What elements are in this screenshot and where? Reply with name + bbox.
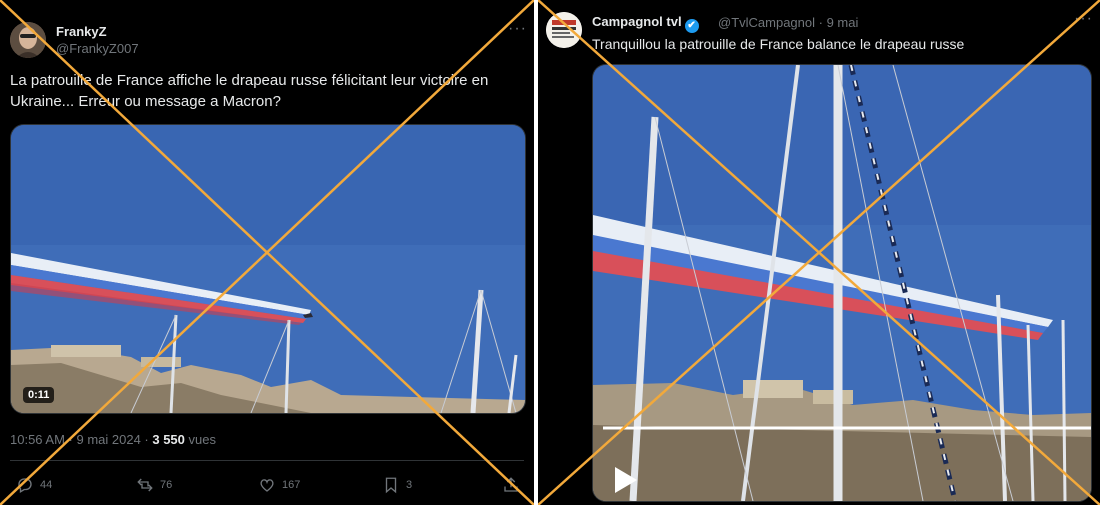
more-options-icon[interactable]: ··· xyxy=(508,20,527,38)
tweet-text-line: Ukraine... Erreur ou message a Macron? xyxy=(10,93,281,110)
divider xyxy=(10,460,524,461)
views-label: vues xyxy=(184,432,216,447)
share-button[interactable] xyxy=(502,476,520,494)
video-player[interactable]: 0:11 xyxy=(10,124,526,414)
like-count: 167 xyxy=(282,479,301,491)
reply-icon xyxy=(18,478,32,493)
video-frame xyxy=(593,65,1091,501)
play-icon[interactable] xyxy=(615,467,637,493)
share-icon xyxy=(504,477,518,492)
author-name-text: Campagnol tvl xyxy=(592,14,682,29)
like-button[interactable]: 167 xyxy=(258,476,300,494)
author-name[interactable]: Campagnol tvl ✔ xyxy=(592,14,699,33)
heart-icon xyxy=(260,479,274,492)
repost-icon xyxy=(137,478,153,492)
more-options-icon[interactable]: ··· xyxy=(1074,10,1093,28)
avatar[interactable] xyxy=(10,22,46,58)
tweet-text-line: La patrouille de France affiche le drape… xyxy=(10,72,489,89)
avatar[interactable] xyxy=(546,12,582,48)
repost-count: 76 xyxy=(160,479,173,491)
reply-button[interactable]: 44 xyxy=(16,476,52,494)
bookmark-icon xyxy=(385,477,397,494)
video-duration-badge: 0:11 xyxy=(23,387,55,403)
tweet-text: La patrouille de France affiche le drape… xyxy=(10,70,530,112)
views-count: 3 550 xyxy=(152,432,185,447)
tweet-meta: 10:56 AM · 9 mai 2024 · 3 550 vues xyxy=(10,432,216,447)
video-player[interactable] xyxy=(592,64,1092,502)
video-frame xyxy=(11,125,525,413)
author-name[interactable]: FrankyZ xyxy=(56,24,107,39)
repost-button[interactable]: 76 xyxy=(136,476,172,494)
reply-count: 44 xyxy=(40,479,53,491)
author-handle[interactable]: @TvlCampagnol · 9 mai xyxy=(718,15,858,30)
tweet-text: Tranquillou la patrouille de France bala… xyxy=(592,36,965,52)
right-tweet-panel: Campagnol tvl ✔ @TvlCampagnol · 9 mai ···… xyxy=(538,0,1100,505)
left-tweet-panel: FrankyZ @FrankyZ007 ··· La patrouille de… xyxy=(0,0,534,505)
author-handle[interactable]: @FrankyZ007 xyxy=(56,41,139,56)
bookmark-count: 3 xyxy=(406,479,413,491)
verified-badge-icon: ✔ xyxy=(684,19,699,33)
bookmark-button[interactable]: 3 xyxy=(382,476,412,494)
timestamp[interactable]: 10:56 AM · 9 mai 2024 · xyxy=(10,432,152,447)
